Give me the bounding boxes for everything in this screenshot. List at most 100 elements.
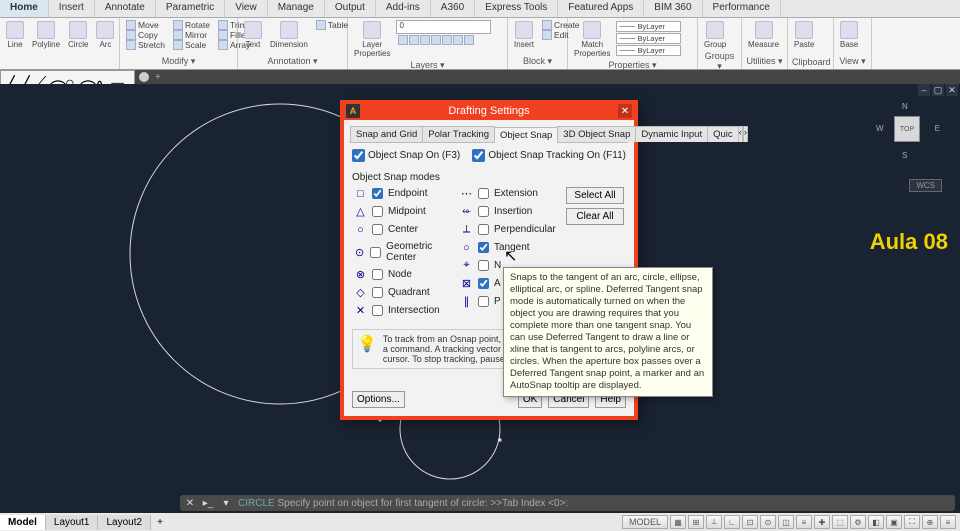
table-button[interactable]: Table (314, 20, 350, 30)
dialog-tab[interactable]: 3D Object Snap (557, 126, 636, 142)
layer-icon[interactable] (453, 35, 463, 45)
main-tab[interactable]: Featured Apps (558, 0, 644, 17)
status-icon[interactable]: ≡ (796, 515, 812, 529)
panel-label-view[interactable]: View ▾ (838, 55, 867, 67)
group-button[interactable]: Group (702, 20, 728, 50)
main-tab[interactable]: Manage (268, 0, 325, 17)
draw-line-button[interactable]: Line (4, 20, 26, 50)
status-icon[interactable]: ✚ (814, 515, 830, 529)
insert-button[interactable]: Insert (512, 20, 536, 50)
property-combo[interactable]: ─── ByLayer (616, 45, 681, 56)
main-tab[interactable]: Insert (49, 0, 95, 17)
options-button[interactable]: Options... (352, 391, 405, 408)
osnap-insertion[interactable]: ⬰Insertion (460, 205, 560, 218)
status-icon[interactable]: ⚙ (850, 515, 866, 529)
layout-tab[interactable]: Model (0, 515, 46, 530)
add-layout-button[interactable]: + (151, 515, 169, 530)
tab-nav-button[interactable]: › (743, 126, 748, 142)
osnap-on-checkbox[interactable]: Object Snap On (F3) (352, 149, 460, 162)
status-icon[interactable]: ⊡ (742, 515, 758, 529)
status-icon[interactable]: ⟂ (706, 515, 722, 529)
main-tab[interactable]: Performance (703, 0, 781, 17)
osnap-tangent[interactable]: ○Tangent (460, 241, 560, 254)
panel-label-utilities[interactable]: Utilities ▾ (746, 55, 783, 67)
modify-rotate-button[interactable]: Rotate (171, 20, 212, 30)
dialog-tab[interactable]: Snap and Grid (350, 126, 423, 142)
dialog-tab[interactable]: Dynamic Input (635, 126, 708, 142)
draw-polyline-button[interactable]: Polyline (30, 20, 62, 50)
dialog-tab[interactable]: Quic (707, 126, 739, 142)
layer-icon[interactable] (431, 35, 441, 45)
status-icon[interactable]: ⊙ (760, 515, 776, 529)
panel-label-clipboard[interactable]: Clipboard (792, 56, 829, 67)
panel-label-block[interactable]: Block ▾ (512, 55, 563, 67)
status-icon[interactable]: ≡ (940, 515, 956, 529)
main-tab[interactable]: Express Tools (475, 0, 558, 17)
model-space-button[interactable]: MODEL (622, 515, 668, 529)
panel-label-groups[interactable]: Groups ▾ (702, 50, 737, 72)
dimension-button[interactable]: Dimension (268, 20, 310, 50)
osnap-midpoint[interactable]: △Midpoint (354, 205, 454, 218)
base-view-button[interactable]: Base (838, 20, 860, 50)
measure-button[interactable]: Measure (746, 20, 781, 50)
status-icon[interactable]: ◧ (868, 515, 884, 529)
draw-circle-button[interactable]: Circle (66, 20, 90, 50)
osnap-perpendicular[interactable]: ⟂Perpendicular (460, 223, 560, 236)
viewcube-top[interactable]: TOP (894, 116, 920, 142)
layer-icon[interactable] (398, 35, 408, 45)
dialog-tab[interactable]: Polar Tracking (422, 126, 495, 142)
dialog-tab[interactable]: Object Snap (494, 127, 558, 143)
layer-icon[interactable] (420, 35, 430, 45)
modify-copy-button[interactable]: Copy (124, 30, 167, 40)
osnap-endpoint[interactable]: □Endpoint (354, 187, 454, 200)
layer-icon[interactable] (442, 35, 452, 45)
layout-tab[interactable]: Layout1 (46, 515, 99, 530)
main-tab[interactable]: A360 (431, 0, 475, 17)
osnap-geometric-center[interactable]: ⊙Geometric Center (354, 241, 454, 263)
close-icon[interactable]: ✕ (184, 497, 196, 509)
main-tab[interactable]: View (225, 0, 268, 17)
status-icon[interactable]: ⊕ (922, 515, 938, 529)
status-icon[interactable]: ⬚ (832, 515, 848, 529)
modify-mirror-button[interactable]: Mirror (171, 30, 212, 40)
status-icon[interactable]: ◫ (778, 515, 794, 529)
clear-all-button[interactable]: Clear All (566, 208, 624, 225)
paste-button[interactable]: Paste (792, 20, 816, 50)
property-combo[interactable]: ─── ByLayer (616, 21, 681, 32)
status-icon[interactable]: ▣ (886, 515, 902, 529)
main-tab[interactable]: Annotate (95, 0, 156, 17)
osnap-quadrant[interactable]: ◇Quadrant (354, 286, 454, 299)
main-tab[interactable]: Parametric (156, 0, 225, 17)
viewcube[interactable]: NSWE TOP (872, 94, 942, 164)
status-icon[interactable]: ▦ (670, 515, 686, 529)
main-tab[interactable]: Add-ins (376, 0, 431, 17)
osnap-extension[interactable]: ⋯Extension (460, 187, 560, 200)
doc-tab[interactable] (139, 72, 149, 82)
layer-combo[interactable]: 0 (396, 20, 491, 34)
osnap-center[interactable]: ○Center (354, 223, 454, 236)
text-button[interactable]: Text (242, 20, 264, 50)
document-tab-strip[interactable]: + (135, 70, 960, 84)
osnap-tracking-checkbox[interactable]: Object Snap Tracking On (F11) (472, 149, 626, 162)
main-tab[interactable]: Home (0, 0, 49, 17)
add-doc-tab[interactable]: + (155, 72, 161, 83)
status-icon[interactable]: ⛶ (904, 515, 920, 529)
main-tab[interactable]: Output (325, 0, 376, 17)
layer-icon[interactable] (464, 35, 474, 45)
modify-stretch-button[interactable]: Stretch (124, 40, 167, 50)
property-combo[interactable]: ─── ByLayer (616, 33, 681, 44)
recent-commands-icon[interactable]: ▾ (220, 497, 232, 509)
match-properties-button[interactable]: Match Properties (572, 20, 612, 59)
command-line[interactable]: ✕ ▸_ ▾ CIRCLE Specify point on object fo… (180, 495, 955, 511)
dialog-titlebar[interactable]: A Drafting Settings ✕ (344, 104, 634, 120)
layout-tab[interactable]: Layout2 (98, 515, 151, 530)
close-icon[interactable]: ✕ (618, 104, 632, 118)
status-icon[interactable]: ∟ (724, 515, 740, 529)
modify-move-button[interactable]: Move (124, 20, 167, 30)
panel-label-annotation[interactable]: Annotation ▾ (242, 55, 343, 67)
osnap-intersection[interactable]: ✕Intersection (354, 304, 454, 317)
layer-icon[interactable] (409, 35, 419, 45)
wcs-badge[interactable]: WCS (909, 179, 942, 192)
status-icon[interactable]: ⊞ (688, 515, 704, 529)
modify-scale-button[interactable]: Scale (171, 40, 212, 50)
